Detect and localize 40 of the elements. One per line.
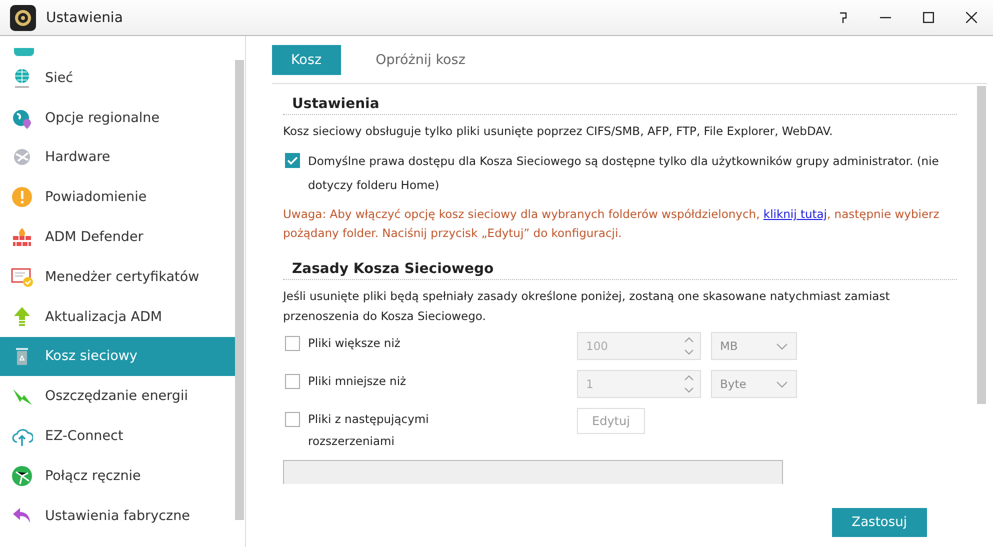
app-logo-icon: [10, 4, 36, 30]
checkbox[interactable]: [285, 412, 300, 427]
checkbox-label: Pliki większe niż: [308, 335, 402, 352]
sidebar-item[interactable]: Menedżer certyfikatów: [0, 256, 235, 297]
scrollbar-thumb[interactable]: [977, 86, 986, 404]
up-arrow-icon: [11, 306, 33, 328]
section-heading: Ustawienia: [283, 92, 957, 115]
checkbox[interactable]: [285, 153, 300, 168]
tab[interactable]: Opróżnij kosz: [356, 45, 484, 75]
section-heading: Zasady Kosza Sieciowego: [283, 257, 957, 280]
sidebar-item[interactable]: EZ-Connect: [0, 416, 235, 456]
certificate-icon: [11, 266, 33, 288]
spinner-arrows-icon[interactable]: [684, 374, 694, 394]
network-globe-icon: [11, 464, 33, 487]
sidebar-item[interactable]: Opcje regionalne: [0, 98, 235, 138]
scrollbar-thumb[interactable]: [235, 60, 244, 520]
window-title: Ustawienia: [46, 10, 124, 26]
exclamation-icon: [11, 186, 33, 208]
checkbox-label: Domyślne prawa dostępu dla Kosza Sieciowego są dostępne tylko dla użytkowników grupy administrator. (nie dotyczy folderu Home): [308, 153, 940, 194]
checkbox[interactable]: [285, 336, 300, 351]
sidebar-item[interactable]: Hardware: [0, 138, 235, 178]
sidebar-item[interactable]: Aktualizacja ADM: [0, 296, 235, 337]
sidebar-item[interactable]: Sieć: [0, 58, 235, 98]
checkbox-label: Pliki mniejsze niż: [308, 373, 408, 390]
chevron-down-icon: [776, 342, 788, 350]
warning-text: Uwaga: Aby włączyć opcję kosz sieciowy dla wybranych folderów współdzielonych, kliknij tutaj, następnie wybierz pożądany folder. Naciśnij przycisk „Edytuj” do konfiguracji.: [283, 206, 940, 242]
checkbox[interactable]: [285, 374, 300, 389]
sidebar-item[interactable]: Połącz ręcznie: [0, 456, 235, 496]
spinner-arrows-icon[interactable]: [684, 336, 694, 356]
link[interactable]: kliknij tutaj: [763, 207, 827, 221]
partial-icon: [12, 48, 36, 58]
info-text: Jeśli usunięte pliki będą spełniały zasady określone poniżej, zostaną one skasowane natychmiast zamiast przenoszenia do Kosza Sieciowego.: [283, 288, 891, 325]
sidebar-item[interactable]: Oszczędzanie energii: [0, 376, 235, 416]
chevron-down-icon: [776, 380, 788, 388]
info-text: Kosz sieciowy obsługuje tylko pliki usunięte poprzez CIFS/SMB, AFP, FTP, File Explorer, WebDAV.: [283, 123, 834, 140]
checkbox-label: Pliki z następującymi rozszerzeniami: [308, 411, 430, 450]
sidebar-item[interactable]: ADM Defender: [0, 217, 235, 257]
sidebar-item[interactable]: Powiadomienie: [0, 177, 235, 218]
sidebar-item[interactable]: Ustawienia fabryczne: [0, 496, 235, 536]
firewall-icon: [11, 226, 33, 248]
